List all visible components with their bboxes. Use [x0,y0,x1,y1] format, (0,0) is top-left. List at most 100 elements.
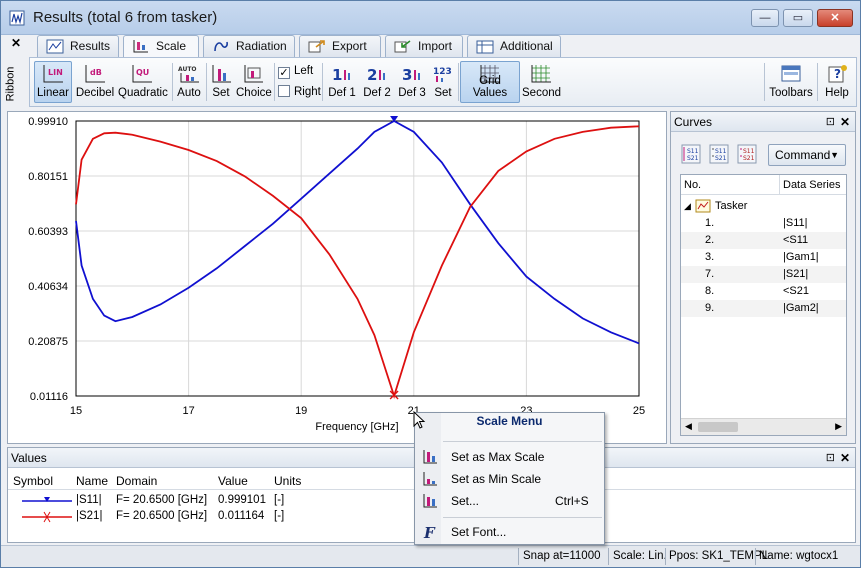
tab-import[interactable]: Import [385,35,463,57]
svg-text:LIN: LIN [48,68,63,77]
tab-results[interactable]: Results [37,35,119,57]
curves-s11-s21-icon[interactable]: S11S21 [681,144,701,164]
value-units: [-] [274,510,285,522]
y-tick-label: 0.99910 [28,116,68,128]
menu-item-label: Set as Max Scale [451,450,545,464]
menu-item-set-font[interactable]: F Set Font... [417,522,603,542]
chevron-down-icon: ▼ [830,150,839,160]
left-checkbox-box[interactable]: ✓ [278,67,290,79]
value-name: |S11| [76,494,102,506]
toolbars-button[interactable]: Toolbars [768,61,814,103]
col-name: Name [76,474,109,488]
quadratic-button[interactable]: QU Quadratic [117,61,168,103]
svg-text:3: 3 [402,66,412,84]
def-set-button[interactable]: 123 Set [430,61,456,103]
curves-close-button[interactable]: ✕ [840,112,850,132]
decibel-button[interactable]: dB Decibel [74,61,116,103]
values-pane-title: Values [11,451,47,465]
scrollbar-thumb[interactable] [698,422,738,432]
tab-radiation[interactable]: Radiation [203,35,295,57]
mouse-cursor-icon [413,411,426,429]
toolbars-label: Toolbars [769,87,813,99]
curve-row[interactable]: 8. <S21 [681,283,846,300]
y-tick-label: 0.20875 [28,336,68,348]
y-tick-label: 0.60393 [28,226,68,238]
curve-no: 1. [705,217,715,229]
app-icon [9,10,25,26]
value-value: 0.999101 [218,494,266,506]
menu-item-shortcut: Ctrl+S [555,494,589,508]
curve-row[interactable]: 7. |S21| [681,266,846,283]
curves-pane-header: Curves ⊡ ✕ [671,112,855,132]
scroll-left-icon[interactable]: ◀ [685,421,692,432]
set-label: Set [212,87,230,99]
def2-button[interactable]: 2 Def 2 [360,61,394,103]
font-icon: F [423,524,436,540]
help-button[interactable]: ? Help [820,61,854,103]
close-button[interactable]: ✕ [817,9,853,27]
tree-group-tasker[interactable]: ◢ Tasker [681,198,846,215]
menu-item-set[interactable]: Set... Ctrl+S [417,491,603,511]
command-dropdown[interactable]: Command ▼ [768,144,846,166]
linear-button[interactable]: LIN Linear [34,61,72,103]
ribbon-close-button[interactable]: ✕ [11,36,21,50]
def2-icon: 2 [367,66,385,84]
value-value: 0.011164 [218,510,265,522]
svg-text:123: 123 [433,67,452,77]
plot-pane[interactable]: 0.99910 0.80151 0.60393 0.40634 0.20875 0.011… [7,111,667,444]
tab-export[interactable]: Export [299,35,381,57]
curves-pin-icon[interactable]: ⊡ [826,112,835,132]
curves-s11-s21-alt-icon[interactable]: S11S21 [709,144,729,164]
curve-row[interactable]: 3. |Gam1| [681,249,846,266]
choice-button[interactable]: Choice [235,61,272,103]
scroll-right-icon[interactable]: ▶ [835,421,842,432]
values-close-button[interactable]: ✕ [840,448,850,468]
curve-no: 7. [705,268,715,280]
radiation-icon [214,41,228,52]
right-axis-checkbox[interactable]: Right [278,85,321,98]
left-axis-checkbox[interactable]: ✓ Left [278,65,313,79]
curve-row[interactable]: 2. <S11 [681,232,846,249]
grid-values-button[interactable]: Grid Values [460,61,520,103]
plot-markers [389,115,399,400]
y-tick-label: 0.80151 [28,171,68,183]
minimize-button[interactable]: — [751,9,779,27]
curve-row[interactable]: 9. |Gam2| [681,300,846,317]
help-label: Help [825,87,849,99]
col-symbol: Symbol [13,474,54,488]
def1-button[interactable]: 1 Def 1 [325,61,359,103]
auto-button[interactable]: AUTO Auto [175,61,203,103]
set-max-scale-icon [423,450,437,464]
curve-row[interactable]: 1. |S11| [681,215,846,232]
curves-pane: Curves ⊡ ✕ S11 S21 S11 S21 S11 S21 Command … [670,111,856,444]
export-icon [308,40,325,53]
right-checkbox-box[interactable] [278,85,290,97]
series-line-s21 [75,125,640,399]
right-label: Right [294,86,321,98]
plot-series [75,119,640,399]
menu-item-set-min-scale[interactable]: Set as Min Scale [417,469,603,489]
x-tick-label: 15 [70,405,82,417]
plot-chart[interactable]: 0.99910 0.80151 0.60393 0.40634 0.20875 0.011… [8,112,666,443]
maximize-button[interactable]: ▭ [783,9,813,27]
tab-scale[interactable]: Scale [123,35,199,58]
linear-scale-icon: LIN [43,65,63,83]
menu-item-label: Set as Min Scale [451,472,542,486]
set-button[interactable]: Set [208,61,234,103]
second-button[interactable]: Second [521,61,561,103]
def3-button[interactable]: 3 Def 3 [395,61,429,103]
curves-hscrollbar[interactable]: ◀ ▶ [681,418,846,435]
curves-tree[interactable]: No. Data Series ◢ Tasker 1. |S11| 2. <S11 … [680,174,847,436]
menu-item-set-max-scale[interactable]: Set as Max Scale [417,447,603,467]
values-pin-icon[interactable]: ⊡ [826,448,835,468]
status-name: Name: wgtocx1 [759,550,839,562]
value-domain: F= 20.6500 [GHz] [116,494,208,506]
tab-additional[interactable]: Additional [467,35,561,57]
results-icon [46,39,64,54]
tree-expand-icon[interactable]: ◢ [684,201,691,212]
curves-tree-header: No. Data Series [681,175,846,195]
def1-icon: 1 [332,66,350,84]
svg-text:S11: S11 [743,148,755,155]
curves-s11-s21-red-icon[interactable]: S11S21 [737,144,757,164]
value-name: |S21| [76,510,103,522]
